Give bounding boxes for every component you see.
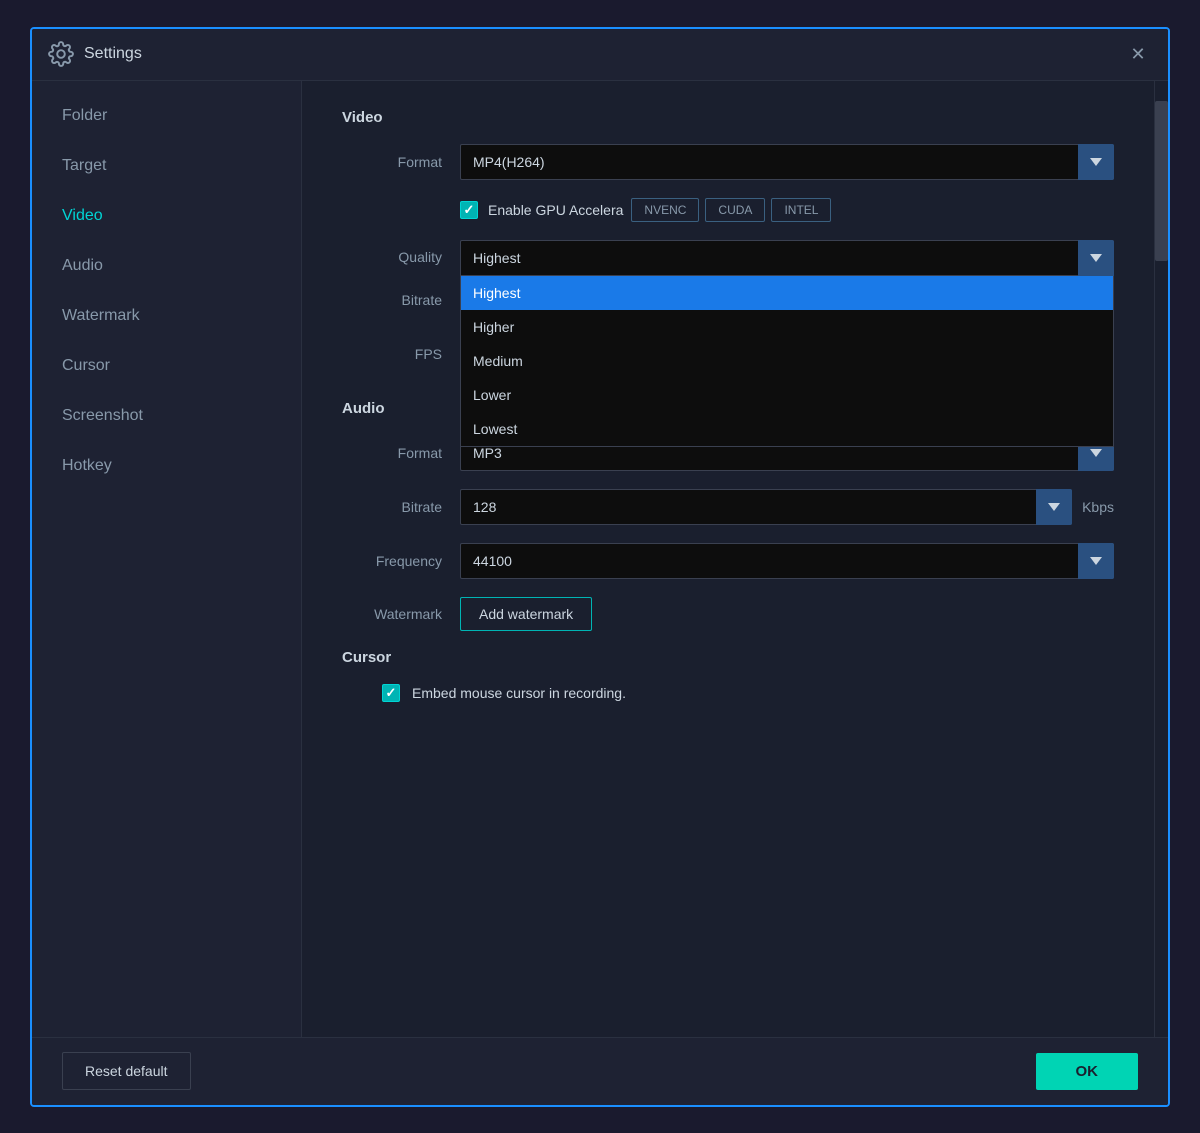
- audio-format-label: Format: [342, 445, 442, 461]
- watermark-label: Watermark: [342, 606, 442, 622]
- cursor-section-title: Cursor: [342, 649, 1114, 666]
- settings-window: Settings ✕ Folder Target Video Audio Wat…: [30, 27, 1170, 1107]
- scrollbar-thumb[interactable]: [1155, 101, 1168, 261]
- sidebar-item-video[interactable]: Video: [32, 191, 301, 241]
- format-label: Format: [342, 154, 442, 170]
- gpu-label: Enable GPU Accelera: [488, 202, 623, 218]
- sidebar-item-folder[interactable]: Folder: [32, 91, 301, 141]
- footer: Reset default OK: [32, 1037, 1168, 1105]
- settings-icon: [48, 41, 74, 67]
- bottom-spacer: [342, 702, 1114, 742]
- sidebar-item-cursor[interactable]: Cursor: [32, 341, 301, 391]
- format-row: Format MP4(H264): [342, 144, 1114, 180]
- video-section-title: Video: [342, 109, 1114, 126]
- quality-dropdown[interactable]: Highest Highest Higher Medium Lower Lowe…: [460, 240, 1114, 276]
- add-watermark-button[interactable]: Add watermark: [460, 597, 592, 631]
- embed-cursor-label: Embed mouse cursor in recording.: [412, 685, 626, 701]
- audio-bitrate-select[interactable]: 128: [460, 489, 1072, 525]
- frequency-select-wrapper[interactable]: 44100: [460, 543, 1114, 579]
- format-select-wrapper[interactable]: MP4(H264): [460, 144, 1114, 180]
- gpu-buttons: NVENC CUDA INTEL: [631, 198, 831, 222]
- quality-label: Quality: [342, 240, 442, 265]
- gpu-row: Enable GPU Accelera NVENC CUDA INTEL: [342, 198, 1114, 222]
- sidebar-item-target[interactable]: Target: [32, 141, 301, 191]
- reset-default-button[interactable]: Reset default: [62, 1052, 191, 1090]
- quality-option-lower[interactable]: Lower: [461, 378, 1113, 412]
- embed-cursor-row: Embed mouse cursor in recording.: [342, 684, 1114, 702]
- audio-bitrate-select-wrapper[interactable]: 128: [460, 489, 1072, 525]
- sidebar: Folder Target Video Audio Watermark Curs…: [32, 81, 302, 1037]
- quality-option-higher[interactable]: Higher: [461, 310, 1113, 344]
- quality-selected-value: Highest: [473, 250, 520, 266]
- sidebar-item-hotkey[interactable]: Hotkey: [32, 441, 301, 491]
- quality-options-list: Highest Higher Medium Lower Lowest: [460, 276, 1114, 447]
- ok-button[interactable]: OK: [1036, 1053, 1139, 1090]
- main-layout: Folder Target Video Audio Watermark Curs…: [32, 81, 1168, 1037]
- content-scroll[interactable]: Video Format MP4(H264) Enable GP: [302, 81, 1154, 1037]
- fps-label: FPS: [342, 346, 442, 362]
- intel-button[interactable]: INTEL: [771, 198, 831, 222]
- scrollbar-track[interactable]: [1154, 81, 1168, 1037]
- content-area: Video Format MP4(H264) Enable GP: [302, 81, 1168, 1037]
- quality-arrow-icon: [1090, 254, 1102, 262]
- frequency-select[interactable]: 44100: [460, 543, 1114, 579]
- quality-arrow: [1078, 240, 1114, 276]
- frequency-label: Frequency: [342, 553, 442, 569]
- frequency-row: Frequency 44100: [342, 543, 1114, 579]
- window-title: Settings: [84, 45, 1124, 63]
- cuda-button[interactable]: CUDA: [705, 198, 765, 222]
- sidebar-item-audio[interactable]: Audio: [32, 241, 301, 291]
- sidebar-item-watermark[interactable]: Watermark: [32, 291, 301, 341]
- quality-row: Quality Highest Highest Highe: [342, 240, 1114, 276]
- watermark-row: Watermark Add watermark: [342, 597, 1114, 631]
- title-bar: Settings ✕: [32, 29, 1168, 81]
- gpu-checkbox[interactable]: [460, 201, 478, 219]
- sidebar-item-screenshot[interactable]: Screenshot: [32, 391, 301, 441]
- audio-bitrate-row: Bitrate 128 Kbps: [342, 489, 1114, 525]
- nvenc-button[interactable]: NVENC: [631, 198, 699, 222]
- close-button[interactable]: ✕: [1124, 40, 1152, 68]
- audio-bitrate-label: Bitrate: [342, 499, 442, 515]
- format-select[interactable]: MP4(H264): [460, 144, 1114, 180]
- embed-cursor-checkbox[interactable]: [382, 684, 400, 702]
- audio-bitrate-unit: Kbps: [1082, 499, 1114, 515]
- quality-option-medium[interactable]: Medium: [461, 344, 1113, 378]
- gpu-checkbox-wrapper: Enable GPU Accelera: [460, 201, 623, 219]
- quality-option-highest[interactable]: Highest: [461, 276, 1113, 310]
- quality-option-lowest[interactable]: Lowest: [461, 412, 1113, 446]
- video-bitrate-label: Bitrate: [342, 292, 442, 308]
- quality-header[interactable]: Highest: [460, 240, 1114, 276]
